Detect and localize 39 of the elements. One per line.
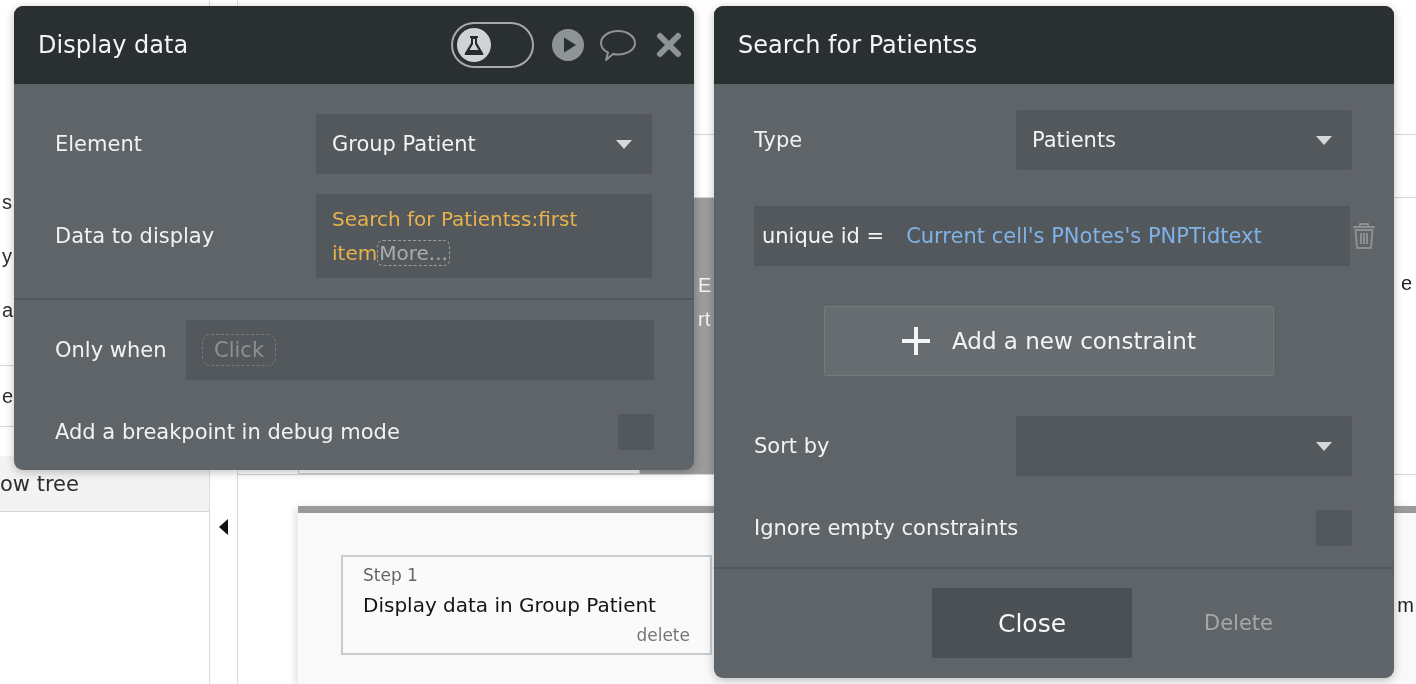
field-label: Ignore empty constraints	[754, 516, 1019, 540]
plus-icon	[902, 327, 931, 355]
element-text: E	[698, 273, 712, 298]
delete-link[interactable]: delete	[636, 620, 690, 650]
sidebar-item[interactable]: y	[2, 244, 12, 268]
element-text: rt	[698, 307, 711, 332]
add-constraint-button[interactable]: Add a new constraint	[824, 306, 1274, 376]
close-button[interactable]: Close	[932, 588, 1132, 658]
field-label: Data to display	[55, 224, 216, 248]
dialog-title: Display data	[38, 31, 189, 59]
flask-icon	[457, 28, 491, 62]
constraint-value[interactable]: Current cell's PNotes's PNPTidtext	[906, 224, 1262, 248]
workflow-step-card[interactable]: Step 1 Display data in Group Patient delete	[341, 555, 712, 655]
field-label: Add a breakpoint in debug mode	[55, 420, 400, 444]
caret-icon[interactable]	[219, 519, 228, 535]
close-icon[interactable]	[656, 32, 682, 58]
step-label: Step 1	[363, 564, 418, 587]
field-label: Sort by	[754, 434, 831, 458]
play-icon[interactable]	[552, 29, 584, 61]
field-label: Only when	[55, 338, 168, 362]
canvas-text: e	[1400, 272, 1412, 295]
field-label: Element	[55, 132, 143, 156]
step-title: Display data in Group Patient	[363, 592, 656, 619]
element-dropdown[interactable]: Group Patient	[316, 114, 652, 174]
caret-icon	[1316, 135, 1332, 145]
sidebar-item[interactable]: e	[2, 384, 14, 408]
field-label: Type	[754, 128, 804, 152]
caret-icon	[1316, 441, 1332, 451]
debug-toggle[interactable]	[451, 22, 534, 68]
dialog-title: Search for Patientss	[738, 31, 978, 59]
comment-icon[interactable]	[599, 28, 637, 62]
canvas-text: m	[1397, 594, 1414, 617]
constraint-key: unique id =	[762, 224, 885, 248]
caret-icon	[616, 139, 632, 149]
type-dropdown[interactable]: Patients	[1016, 110, 1352, 170]
constraint-field[interactable]: unique id = Current cell's PNotes's PNPTidtext	[754, 206, 1350, 266]
sidebar-item[interactable]: s	[2, 190, 12, 214]
sidebar-item[interactable]: a	[2, 298, 14, 322]
expression-field[interactable]: Search for Patientss:first item More...	[316, 194, 652, 278]
